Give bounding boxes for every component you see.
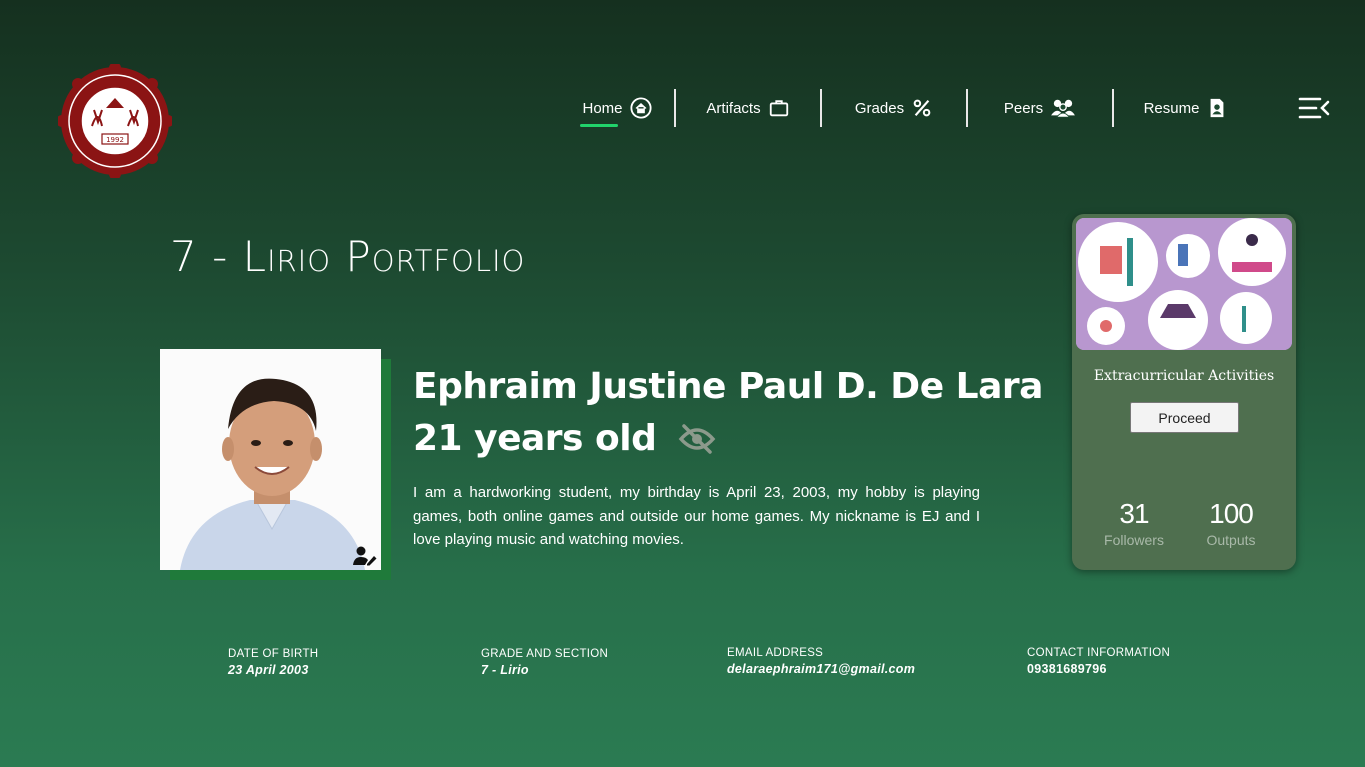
- student-portrait-image: [160, 349, 381, 570]
- followers-stat: 31 Followers: [1089, 498, 1179, 548]
- nav-item-artifacts[interactable]: Artifacts: [676, 88, 820, 128]
- student-age: 21 years old: [413, 418, 657, 459]
- extracurricular-card: Extracurricular Activities Proceed 31 Fo…: [1072, 214, 1296, 570]
- outputs-count: 100: [1209, 498, 1254, 529]
- eye-slash-icon[interactable]: [678, 423, 716, 455]
- nav-label-artifacts: Artifacts: [706, 99, 761, 117]
- nav-item-grades[interactable]: Grades: [822, 88, 966, 128]
- briefcase-icon: [769, 100, 788, 117]
- nav-item-home[interactable]: Home: [560, 88, 674, 128]
- detail-label: GRADE AND SECTION: [481, 648, 609, 660]
- detail-label: EMAIL ADDRESS: [727, 647, 824, 659]
- main-nav: Home Artifacts Grades Peers Resume: [560, 88, 1258, 128]
- percent-icon: [913, 99, 931, 117]
- activities-image: [1076, 218, 1292, 350]
- proceed-button[interactable]: Proceed: [1130, 402, 1239, 433]
- nav-item-peers[interactable]: Peers: [968, 88, 1112, 128]
- group-icon: [1051, 99, 1076, 118]
- outputs-stat: 100 Outputs: [1186, 498, 1276, 548]
- detail-value: 09381689796: [1027, 662, 1107, 676]
- university-seal-icon: 1992: [56, 62, 174, 180]
- detail-grade-section: GRADE AND SECTION 7 - Lirio: [481, 648, 608, 677]
- profile-photo-frame: [160, 349, 381, 570]
- detail-value[interactable]: delaraephraim171@gmail.com: [727, 662, 915, 676]
- followers-label: Followers: [1104, 532, 1164, 548]
- detail-contact: CONTACT INFORMATION 09381689796: [1027, 647, 1170, 676]
- outputs-label: Outputs: [1206, 532, 1256, 548]
- page-title: 7 - Lirio Portfolio: [170, 232, 526, 281]
- nav-label-resume: Resume: [1143, 99, 1200, 117]
- nav-label-home: Home: [582, 99, 623, 117]
- student-name: Ephraim Justine Paul D. De Lara: [413, 366, 1043, 407]
- student-bio: I am a hardworking student, my birthday …: [413, 484, 980, 548]
- detail-value: 7 - Lirio: [481, 663, 529, 677]
- activities-illustration: [1076, 218, 1292, 350]
- detail-label: CONTACT INFORMATION: [1027, 647, 1171, 659]
- university-seal-logo[interactable]: 1992: [56, 62, 174, 180]
- active-indicator: [580, 124, 618, 127]
- menu-button[interactable]: [1298, 96, 1330, 120]
- nav-label-grades: Grades: [854, 99, 905, 117]
- followers-count: 31: [1119, 498, 1149, 529]
- user-edit-icon: [353, 546, 377, 566]
- seal-year: 1992: [106, 136, 124, 144]
- nav-label-peers: Peers: [1003, 99, 1044, 117]
- menu-icon: [1298, 97, 1330, 119]
- home-icon: [629, 97, 652, 119]
- detail-date-of-birth: DATE OF BIRTH 23 April 2003: [228, 648, 318, 677]
- card-title: Extracurricular Activities: [1093, 368, 1275, 384]
- edit-profile-button[interactable]: [353, 546, 377, 566]
- document-user-icon: [1211, 98, 1224, 118]
- student-age-row: 21 years old: [413, 418, 716, 459]
- detail-label: DATE OF BIRTH: [228, 648, 319, 660]
- profile-photo: [160, 349, 381, 570]
- nav-item-resume[interactable]: Resume: [1114, 88, 1258, 128]
- detail-value: 23 April 2003: [228, 663, 309, 677]
- detail-email: EMAIL ADDRESS delaraephraim171@gmail.com: [727, 647, 915, 676]
